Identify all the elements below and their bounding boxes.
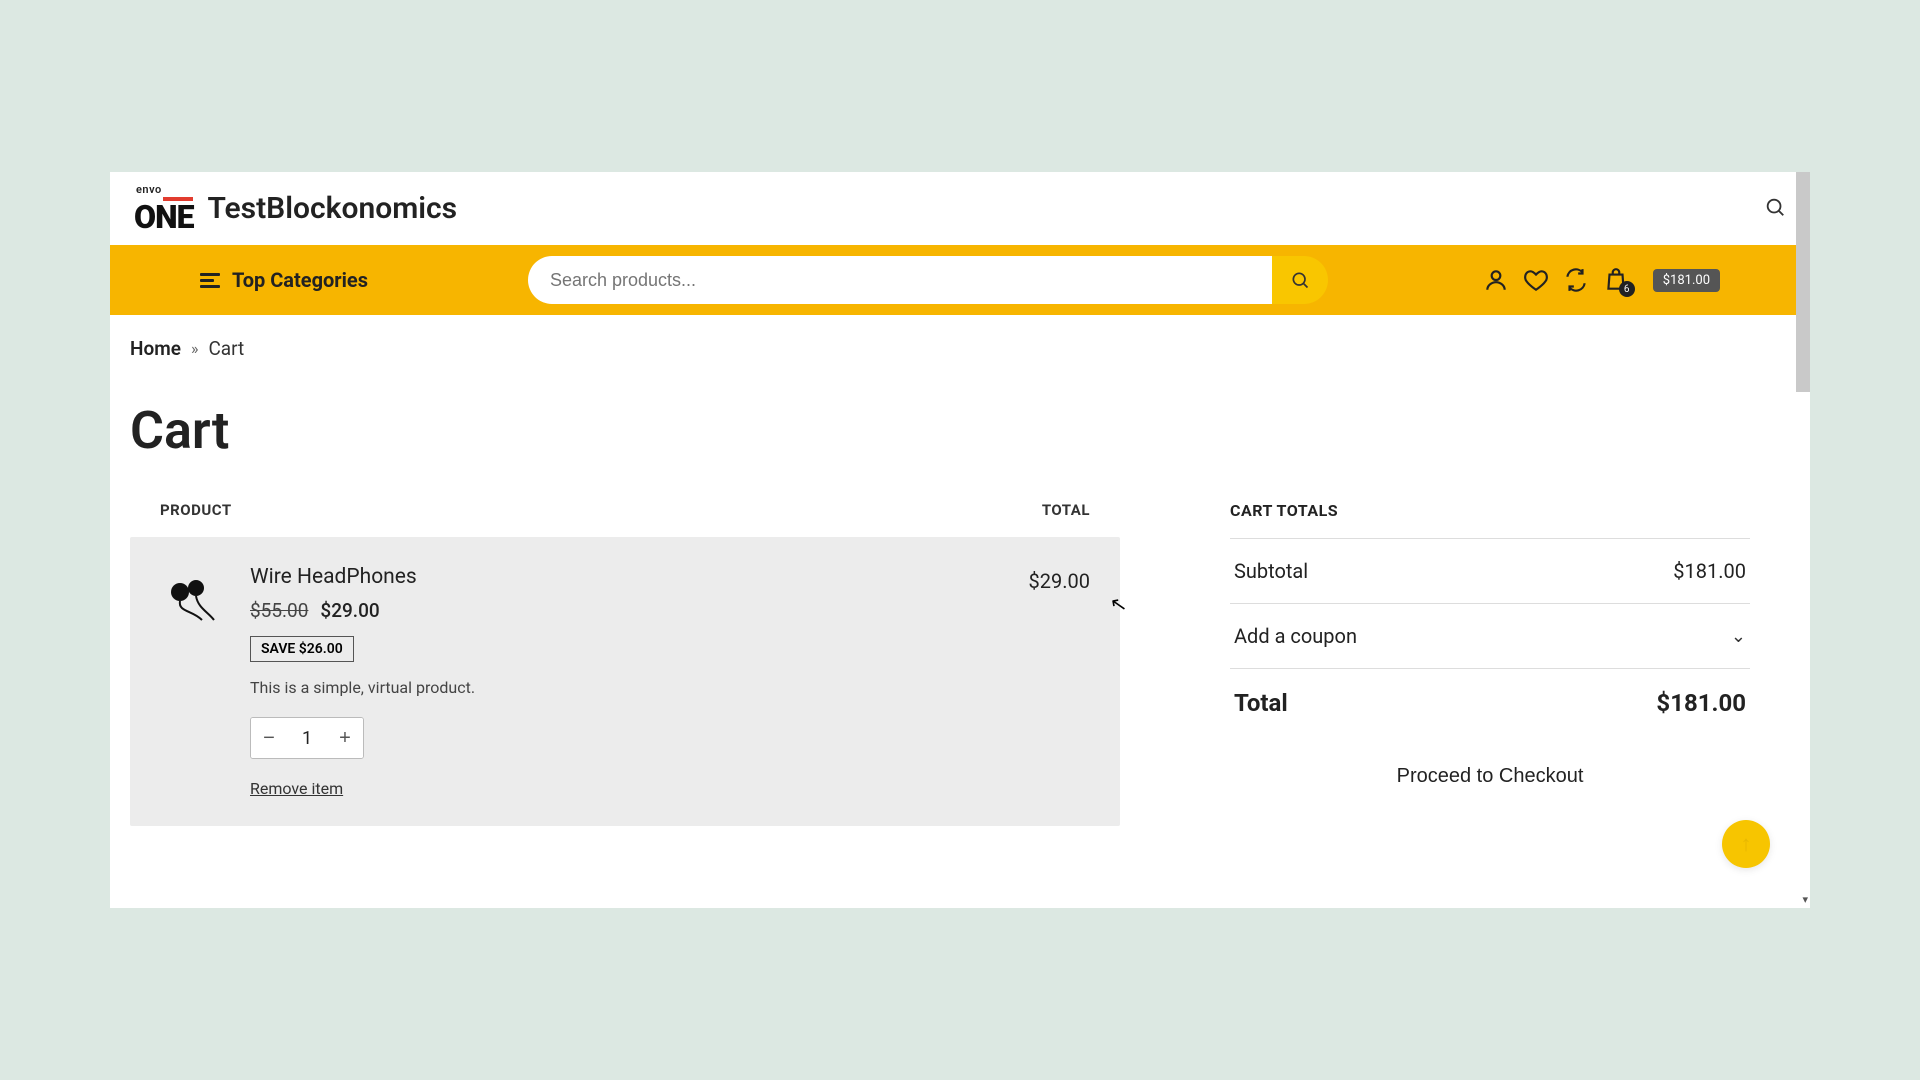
remove-item-link[interactable]: Remove item: [250, 779, 1003, 798]
qty-decrease-button[interactable]: −: [251, 718, 287, 758]
header-top: envo ONE TestBlockonomics: [110, 172, 1810, 245]
save-badge: SAVE $26.00: [250, 636, 354, 662]
top-categories-label: Top Categories: [232, 268, 368, 292]
subtotal-value: $181.00: [1673, 559, 1746, 583]
product-description: This is a simple, virtual product.: [250, 678, 1003, 697]
subtotal-label: Subtotal: [1234, 559, 1308, 583]
logo: envo ONE: [134, 184, 193, 233]
compare-icon[interactable]: [1563, 267, 1589, 293]
cart-button[interactable]: 6: [1603, 267, 1629, 293]
cart-totals-title: CART TOTALS: [1230, 501, 1750, 520]
brand[interactable]: envo ONE TestBlockonomics: [134, 184, 457, 233]
total-row: Total $181.00: [1230, 668, 1750, 737]
search-wrap: [528, 256, 1328, 304]
product-thumbnail[interactable]: [160, 565, 224, 629]
line-total: $29.00: [1029, 569, 1090, 593]
search-input[interactable]: [528, 256, 1272, 304]
wishlist-icon[interactable]: [1523, 267, 1549, 293]
scroll-to-top-button[interactable]: [1722, 820, 1770, 868]
logo-big-text: ONE: [134, 201, 193, 233]
scrollbar[interactable]: [1796, 172, 1810, 392]
earbuds-icon: [162, 572, 222, 622]
total-value: $181.00: [1656, 689, 1746, 717]
breadcrumb: Home » Cart: [110, 315, 1810, 370]
price-original: $55.00: [250, 599, 308, 622]
proceed-to-checkout-button[interactable]: Proceed to Checkout: [1230, 747, 1750, 806]
main-columns: PRODUCT TOTAL Wire HeadPhones $55.00: [110, 501, 1810, 826]
coupon-label: Add a coupon: [1234, 624, 1357, 648]
hamburger-icon: [200, 273, 220, 288]
cart-items-column: PRODUCT TOTAL Wire HeadPhones $55.00: [130, 501, 1120, 826]
breadcrumb-current: Cart: [208, 337, 244, 360]
quantity-stepper: − 1 +: [250, 717, 364, 759]
subtotal-row: Subtotal $181.00: [1230, 538, 1750, 603]
qty-value: 1: [287, 728, 327, 749]
cart-row: Wire HeadPhones $55.00 $29.00 SAVE $26.0…: [130, 537, 1120, 826]
product-name[interactable]: Wire HeadPhones: [250, 565, 1003, 589]
cart-count-badge: 6: [1619, 281, 1635, 297]
col-total: TOTAL: [1042, 501, 1090, 519]
search-button[interactable]: [1272, 256, 1328, 304]
search-icon[interactable]: [1764, 196, 1786, 222]
price-line: $55.00 $29.00: [250, 599, 1003, 622]
col-product: PRODUCT: [160, 501, 232, 519]
nav-icons: 6 $181.00: [1483, 267, 1720, 293]
cart-totals-column: CART TOTALS Subtotal $181.00 Add a coupo…: [1230, 501, 1750, 826]
breadcrumb-separator: »: [191, 339, 199, 358]
cart-table-head: PRODUCT TOTAL: [130, 501, 1120, 537]
price-sale: $29.00: [320, 599, 379, 622]
page-viewport: envo ONE TestBlockonomics Top Categories: [110, 172, 1810, 908]
chevron-down-icon: ⌄: [1731, 626, 1746, 647]
top-categories-button[interactable]: Top Categories: [200, 268, 368, 292]
account-icon[interactable]: [1483, 267, 1509, 293]
site-title: TestBlockonomics: [207, 191, 457, 226]
add-coupon-toggle[interactable]: Add a coupon ⌄: [1230, 603, 1750, 668]
breadcrumb-home[interactable]: Home: [130, 337, 181, 360]
cart-total-pill: $181.00: [1653, 269, 1720, 292]
product-info: Wire HeadPhones $55.00 $29.00 SAVE $26.0…: [250, 565, 1003, 798]
page-title: Cart: [110, 370, 1810, 501]
qty-increase-button[interactable]: +: [327, 718, 363, 758]
total-label: Total: [1234, 689, 1288, 717]
scroll-down-arrow[interactable]: ▾: [1802, 893, 1808, 906]
navbar: Top Categories 6 $181.00: [110, 245, 1810, 315]
logo-small-text: envo: [136, 184, 162, 195]
